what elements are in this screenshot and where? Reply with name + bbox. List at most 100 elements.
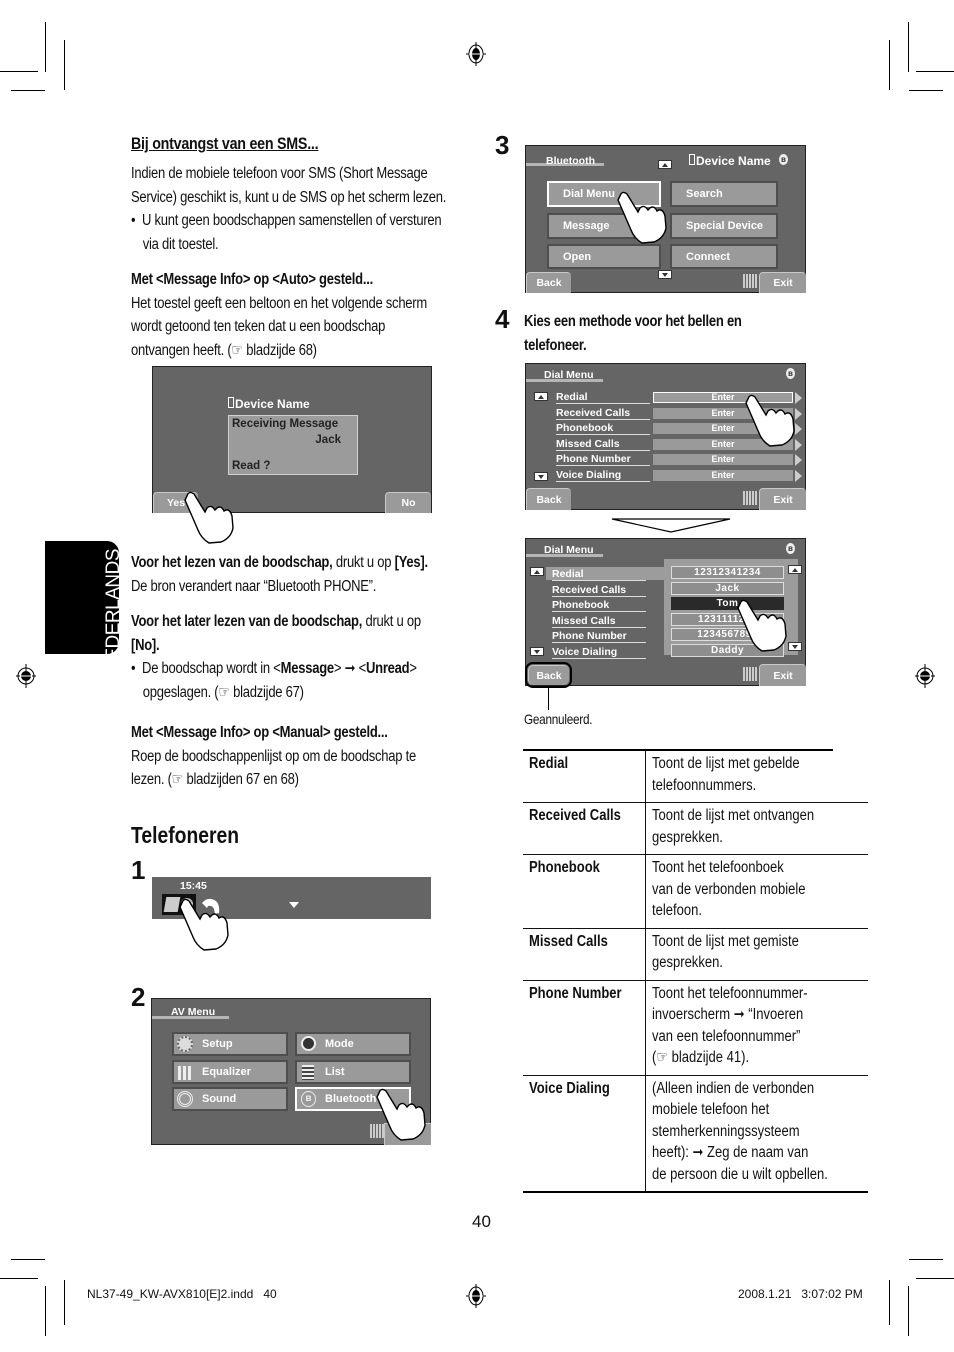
device-name-label: Device Name xyxy=(689,154,771,168)
scroll-down-icon[interactable] xyxy=(534,472,548,481)
table-term: Redial xyxy=(523,751,647,803)
expand-arrow-icon[interactable] xyxy=(795,454,802,466)
table-description: Toont het telefoonboek van de verbonden m… xyxy=(652,859,806,919)
expand-arrow-icon[interactable] xyxy=(795,423,802,435)
dial-menu-item[interactable]: Voice Dialing xyxy=(556,469,650,482)
table-row: Received Calls Toont de lijst met ontvang… xyxy=(523,802,868,855)
pointing-hand-icon xyxy=(184,491,234,544)
dial-menu-item[interactable]: Received Calls xyxy=(556,407,650,420)
manual-section: Met <Message Info> op <Manual> gesteld..… xyxy=(131,721,470,792)
phone-icon xyxy=(228,397,234,408)
scroll-up-icon[interactable] xyxy=(534,392,548,401)
scroll-down-icon[interactable] xyxy=(658,270,672,279)
list-scroll-down-icon[interactable] xyxy=(788,642,802,651)
auto-section: Met <Message Info> op <Auto> gesteld... … xyxy=(131,268,483,362)
expand-arrow-icon[interactable] xyxy=(795,392,802,404)
enter-button[interactable]: Enter xyxy=(653,454,793,465)
special-device-button[interactable]: Special Device xyxy=(670,213,778,239)
expand-arrow-icon[interactable] xyxy=(795,407,802,420)
expand-arrow-icon[interactable] xyxy=(795,469,802,482)
crop-mark xyxy=(45,22,46,72)
bluetooth-icon: ʙ xyxy=(786,543,795,554)
sms-intro: Indien de mobiele telefoon voor SMS (Sho… xyxy=(131,162,506,256)
manual-text: lezen. (☞ bladzijden 67 en 68) xyxy=(131,771,299,788)
connect-button[interactable]: Connect xyxy=(670,244,778,269)
av-menu-mode-button[interactable]: Mode xyxy=(295,1032,411,1056)
crop-mark xyxy=(45,1286,46,1336)
no-button[interactable]: No xyxy=(385,492,431,513)
table-description: Toont het telefoonnummer-invoerscherm ➞ … xyxy=(652,984,808,1067)
registration-mark-icon xyxy=(466,1284,486,1308)
table-term: Phonebook xyxy=(523,854,647,928)
crop-mark xyxy=(889,40,890,90)
bluetooth-icon: ʙ xyxy=(301,1091,316,1107)
enter-button[interactable]: Enter xyxy=(653,469,793,481)
search-button[interactable]: Search xyxy=(670,181,778,207)
scroll-up-icon[interactable] xyxy=(658,160,672,169)
equalizer-icon xyxy=(178,1066,192,1080)
av-menu-setup-button[interactable]: Setup xyxy=(172,1032,288,1056)
back-button[interactable]: Back xyxy=(526,272,571,293)
read-later-text: drukt u op xyxy=(362,613,421,630)
dial-menu-item[interactable]: Missed Calls xyxy=(556,438,650,451)
list-scroll-up-icon[interactable] xyxy=(788,565,802,574)
dropdown-arrow-icon[interactable] xyxy=(289,902,299,908)
read-later-bold: Voor het later lezen van de boodschap, xyxy=(131,613,363,630)
call-list-entry[interactable]: 12312341234 xyxy=(671,566,784,579)
crop-mark xyxy=(916,1278,954,1279)
dial-menu-item[interactable]: Redial xyxy=(552,568,646,581)
back-button[interactable]: Back xyxy=(526,488,571,510)
telefoneren-heading: Telefoneren xyxy=(131,822,240,848)
table-term: Voice Dialing xyxy=(523,1075,647,1192)
crop-mark xyxy=(908,1286,909,1336)
open-button[interactable]: Open xyxy=(547,244,661,269)
yes-key-ref: [Yes]. xyxy=(394,554,428,571)
dial-menu-item[interactable]: Phone Number xyxy=(556,453,650,466)
back-button[interactable]: Back xyxy=(525,662,572,688)
exit-button[interactable]: Exit xyxy=(759,488,806,510)
gear-icon xyxy=(177,1036,193,1052)
message-line: Receiving Message xyxy=(232,418,339,430)
crop-mark xyxy=(11,1259,45,1260)
av-menu-equalizer-button[interactable]: Equalizer xyxy=(172,1060,288,1084)
scroll-down-icon[interactable] xyxy=(530,647,544,656)
step4-instruction: Kies een methode voor het bellen en tele… xyxy=(524,310,783,357)
crop-mark xyxy=(64,1280,65,1325)
expand-arrow-icon[interactable] xyxy=(795,438,802,451)
sound-icon xyxy=(177,1091,193,1107)
exit-button[interactable]: Exit xyxy=(759,272,806,293)
table-term: Missed Calls xyxy=(523,928,647,980)
cancel-caption-text: Geannuleerd. xyxy=(524,711,593,727)
grip-handle[interactable] xyxy=(743,274,757,288)
av-menu-sound-button[interactable]: Sound xyxy=(172,1087,288,1111)
sms-bullet: • U kunt geen boodschappen samenstellen … xyxy=(131,212,442,229)
registration-mark-icon xyxy=(466,42,486,66)
crop-mark xyxy=(64,40,65,90)
exit-button[interactable]: Exit xyxy=(759,664,806,686)
dial-menu-item[interactable]: Missed Calls xyxy=(552,615,646,628)
dial-menu-item[interactable]: Redial xyxy=(556,391,650,404)
table-row: Phonebook Toont het telefoonboek van de ve… xyxy=(523,854,868,928)
step4-text: telefoneer. xyxy=(524,336,587,354)
grip-handle[interactable] xyxy=(743,491,757,505)
footer-filename: NL37-49_KW-AVX810[E]2.indd 40 xyxy=(87,1287,277,1301)
dial-menu-item[interactable]: Phonebook xyxy=(556,422,650,435)
language-label: NEDERLANDS xyxy=(103,549,124,674)
pointing-hand-icon xyxy=(737,599,787,652)
av-menu-list-button[interactable]: List xyxy=(295,1060,411,1084)
dial-menu-item[interactable]: Voice Dialing xyxy=(552,646,646,659)
table-description: (Alleen indien de verbonden mobiele telef… xyxy=(652,1079,829,1183)
registration-mark-icon xyxy=(915,664,935,688)
dial-menu-item[interactable]: Received Calls xyxy=(552,584,646,597)
dial-menu-item[interactable]: Phone Number xyxy=(552,630,646,643)
table-row: Phone Number Toont het telefoonnummer-inv… xyxy=(523,980,868,1075)
grip-handle[interactable] xyxy=(743,667,757,681)
step-number: 3 xyxy=(495,130,510,160)
bluetooth-icon: ʙ xyxy=(779,154,788,165)
screen-title: Dial Menu xyxy=(544,369,594,381)
dial-menu-item[interactable]: Phonebook xyxy=(552,599,646,612)
call-list-entry[interactable]: Jack xyxy=(671,581,784,595)
crop-mark xyxy=(11,90,45,91)
callout-line xyxy=(548,686,549,710)
scroll-up-icon[interactable] xyxy=(530,567,544,576)
